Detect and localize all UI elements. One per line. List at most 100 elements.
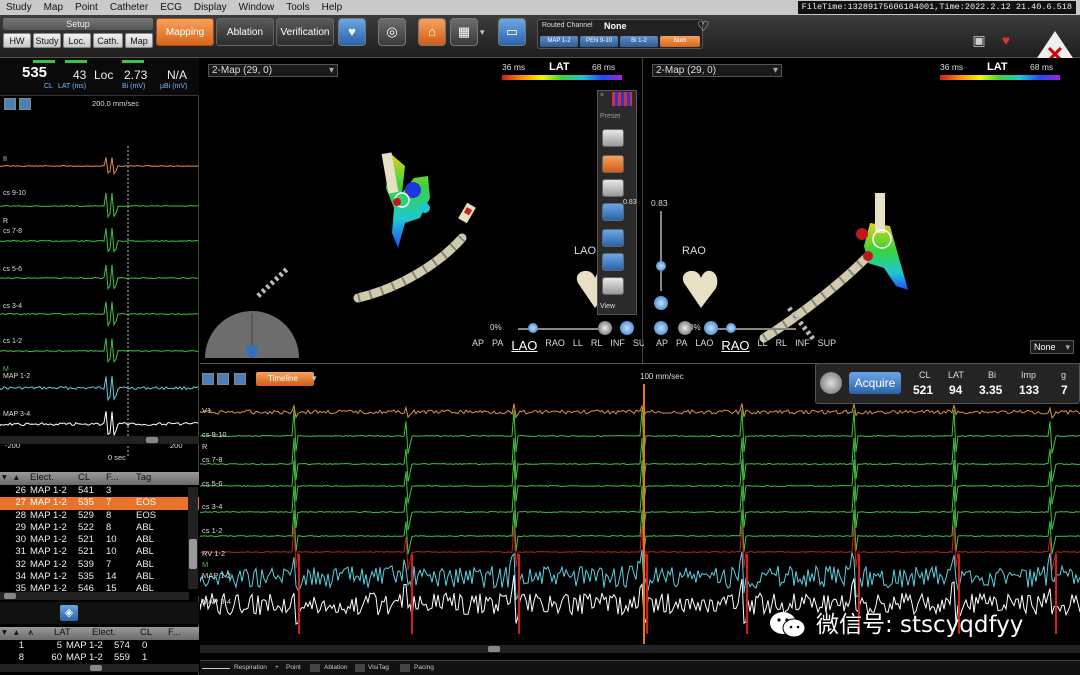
chevron-down-icon[interactable]: ▾ [312, 373, 317, 384]
close-icon[interactable]: × [600, 92, 604, 99]
view-rao-button[interactable]: RAO [721, 338, 749, 353]
view-lao-button[interactable]: LAO [695, 338, 713, 353]
menu-help[interactable]: Help [316, 2, 349, 13]
menu-catheter[interactable]: Catheter [104, 2, 154, 13]
chip-map12[interactable]: MAP 1-2 [540, 36, 578, 47]
timeline-button[interactable]: Timeline [256, 372, 314, 386]
sort-up-icon[interactable]: ▴ [14, 627, 28, 640]
map-pane-right[interactable]: 2-Map (29, 0) ▾ 36 ms LAT 68 ms 0.83 RAO … [644, 58, 1080, 363]
sort-icon[interactable]: ▾ [0, 472, 14, 485]
settings-icon[interactable] [678, 321, 692, 335]
verification-mode-button[interactable]: Verification [276, 18, 334, 46]
view-ap-button[interactable]: AP [656, 338, 668, 353]
chip-pen910[interactable]: PEN 9-10 [580, 36, 618, 47]
palette-lat-map-icon[interactable] [602, 155, 624, 173]
zoom-in-icon[interactable] [4, 98, 16, 110]
palette-mesh-icon[interactable] [602, 229, 624, 247]
opacity-slider-knob[interactable] [726, 323, 736, 333]
chip-num[interactable]: Num [660, 36, 700, 47]
view-rl-button[interactable]: RL [776, 338, 788, 353]
table-row[interactable]: 27 MAP 1-2 535 7 EOS [0, 497, 199, 510]
target-icon[interactable] [820, 372, 842, 394]
col-f[interactable]: F... [168, 627, 198, 640]
view-rl-button[interactable]: RL [591, 338, 603, 353]
heart-cath-icon[interactable]: ♥ [338, 18, 366, 46]
routed-channel-value[interactable]: None [604, 21, 627, 31]
view-pa-button[interactable]: PA [676, 338, 687, 353]
point-table-hscroll[interactable] [0, 592, 189, 600]
view-inf-button[interactable]: INF [795, 338, 810, 353]
palette-grid-icon[interactable] [602, 203, 624, 221]
col-cl[interactable]: CL [78, 472, 106, 485]
setup-loc-button[interactable]: Loc. [63, 33, 91, 48]
cube-icon[interactable]: ◈ [60, 605, 78, 621]
menu-ecg[interactable]: ECG [154, 2, 188, 13]
reset-view-icon[interactable] [620, 321, 634, 335]
zoom-out-icon[interactable] [19, 98, 31, 110]
preset-label[interactable]: Preset [600, 113, 620, 120]
view-lao-button[interactable]: LAO [511, 338, 537, 353]
view-ll-button[interactable]: LL [573, 338, 583, 353]
col-cl[interactable]: CL [140, 627, 168, 640]
col-elect[interactable]: Elect. [30, 472, 78, 485]
menu-map[interactable]: Map [38, 2, 69, 13]
col-f[interactable]: F... [106, 472, 136, 485]
menu-display[interactable]: Display [188, 2, 233, 13]
palette-tags-icon[interactable] [602, 253, 624, 271]
menu-window[interactable]: Window [233, 2, 281, 13]
setup-hw-button[interactable]: HW [3, 33, 31, 48]
setup-map-button[interactable]: Map [125, 33, 153, 48]
table-row[interactable]: 29 MAP 1-2 522 8 ABL [0, 521, 199, 535]
table-row[interactable]: 28 MAP 1-2 529 8 EOS [0, 509, 199, 522]
view-ll-button[interactable]: LL [758, 338, 768, 353]
view-ap-button[interactable]: AP [472, 338, 484, 353]
col-elect[interactable]: Elect. [92, 627, 140, 640]
reset-view-icon[interactable] [654, 321, 668, 335]
setup-study-button[interactable]: Study [33, 33, 61, 48]
sort-icon[interactable]: ▾ [0, 627, 14, 640]
acquire-button[interactable]: Acquire [849, 372, 901, 394]
table-row[interactable]: 26 MAP 1-2 541 3 [0, 485, 199, 498]
view-inf-button[interactable]: INF [610, 338, 625, 353]
map-pane-left[interactable]: 2-Map (29, 0) ▾ 36 ms LAT 68 ms LAO 0% A… [200, 58, 651, 363]
palette-catheter-icon[interactable] [602, 129, 624, 147]
dropdown-arrow-icon[interactable]: ▾ [480, 27, 485, 38]
table-row[interactable]: 34 MAP 1-2 535 14 ABL [0, 571, 199, 584]
point-table-scrollbar[interactable] [188, 487, 198, 589]
edit-icon[interactable]: ▦ [450, 18, 478, 46]
table-row[interactable]: 30 MAP 1-2 521 10 ABL [0, 534, 199, 547]
table-row[interactable]: 8 60 MAP 1-2 559 1 [0, 652, 199, 665]
sort-up-icon[interactable]: ▴ [14, 472, 30, 485]
chip-bi12[interactable]: Bi 1-2 [620, 36, 658, 47]
table-row[interactable]: 32 MAP 1-2 539 7 ABL [0, 558, 199, 572]
rotation-center-icon[interactable] [246, 345, 258, 357]
palette-points-icon[interactable] [602, 179, 624, 197]
anatomy-view-right[interactable] [644, 58, 1080, 363]
palette-ruler-icon[interactable] [602, 277, 624, 295]
view-pa-button[interactable]: PA [492, 338, 503, 353]
flag-icon[interactable]: ⩚ [28, 627, 54, 640]
ablation-mode-button[interactable]: Ablation [216, 18, 274, 46]
settings-icon[interactable] [598, 321, 612, 335]
opacity-slider-knob[interactable] [528, 323, 538, 333]
view-sup-button[interactable]: SUP [818, 338, 837, 353]
table-row[interactable]: 31 MAP 1-2 521 10 ABL [0, 546, 199, 559]
overlay-selector[interactable]: None ▾ [1030, 340, 1074, 354]
zoom-out-icon[interactable] [217, 373, 229, 385]
egm-hscroll[interactable] [0, 436, 199, 444]
freeze-icon[interactable] [234, 373, 246, 385]
anatomy-view-left[interactable] [200, 58, 643, 363]
target-icon[interactable]: ◎ [378, 18, 406, 46]
menu-tools[interactable]: Tools [280, 2, 315, 13]
zoom-in-icon[interactable] [202, 373, 214, 385]
acquire-shape-icon[interactable]: ⌂ [418, 18, 446, 46]
mapping-mode-button[interactable]: Mapping [156, 18, 214, 46]
lat-table-hscroll[interactable] [0, 664, 199, 672]
menu-point[interactable]: Point [69, 2, 104, 13]
grid-icon[interactable] [612, 92, 632, 106]
col-tag[interactable]: Tag [136, 472, 176, 485]
table-row[interactable]: 1 5 MAP 1-2 574 0 [0, 640, 199, 653]
view-rao-button[interactable]: RAO [545, 338, 565, 353]
strip-hscroll[interactable] [200, 645, 1080, 653]
center-view-icon[interactable] [704, 321, 718, 335]
